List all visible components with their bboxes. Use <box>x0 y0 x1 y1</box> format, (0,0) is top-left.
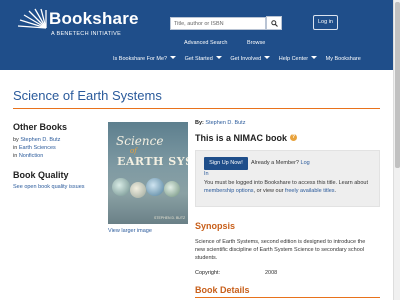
logo-text: Bookshare <box>49 9 139 28</box>
login-button[interactable]: Log in <box>313 15 338 30</box>
nav-get-started[interactable]: Get Started <box>185 56 222 62</box>
cover-image-circle <box>130 182 146 198</box>
author-link[interactable]: Stephen D. Butz <box>20 137 60 143</box>
category-nonfiction-link[interactable]: Nonfiction <box>19 153 43 159</box>
cover-title-line: EARTH SYSTEMS <box>117 155 188 168</box>
nav-label: Is Bookshare For Me? <box>113 56 168 62</box>
nimac-heading: This is a NIMAC book? <box>195 133 298 143</box>
login-link-continued[interactable]: In <box>204 171 209 177</box>
logo-fan-icon <box>17 8 47 29</box>
other-books-heading: Other Books <box>13 122 68 132</box>
membership-options-link[interactable]: membership options <box>204 188 254 194</box>
scrollbar-thumb[interactable] <box>395 2 400 168</box>
sign-up-button[interactable]: Sign Up Now! <box>204 157 248 170</box>
other-books-category-line: in Nonfiction <box>13 153 43 159</box>
by-label: By: <box>195 120 204 126</box>
nav-help-center[interactable]: Help Center <box>278 56 318 62</box>
nimac-access-box: Sign Up Now! Already a Member? Log In Yo… <box>195 150 380 207</box>
search-input[interactable]: Title, author or ISBN <box>170 17 266 30</box>
book-quality-issues-link[interactable]: See open book quality issues <box>13 184 85 190</box>
nav-label: Help Center <box>278 56 309 62</box>
other-books-author-line: by Stephen D. Butz <box>13 137 60 143</box>
cover-author: STEPHEN D. BUTZ <box>154 216 186 220</box>
nav-is-bookshare-for-me[interactable]: Is Bookshare For Me? <box>113 56 177 62</box>
logo-tagline: A BENETECH INITIATIVE <box>51 31 122 37</box>
chevron-down-icon <box>215 56 222 59</box>
chevron-down-icon <box>170 56 177 59</box>
freely-available-titles-link[interactable]: freely available titles <box>285 188 335 194</box>
nav-my-bookshare[interactable]: My Bookshare <box>326 56 361 62</box>
login-link[interactable]: Log <box>301 160 310 166</box>
sub-nav: Advanced Search Browse <box>184 40 283 46</box>
chevron-down-icon <box>311 56 318 59</box>
nimac-access-note: You must be logged into Bookshare to acc… <box>204 179 374 195</box>
cover-image-circle <box>112 178 130 196</box>
nimac-heading-text: This is a NIMAC book <box>195 133 288 143</box>
book-cover-image[interactable]: Science of EARTH SYSTEMS STEPHEN D. BUTZ <box>108 122 188 224</box>
cover-image-circle <box>146 178 164 196</box>
search-icon <box>271 20 278 27</box>
note-text: You must be logged into Bookshare to acc… <box>204 180 368 186</box>
page-scrollbar[interactable] <box>393 0 400 300</box>
copyright-label: Copyright: <box>195 270 221 276</box>
nav-get-involved[interactable]: Get Involved <box>230 56 271 62</box>
synopsis-heading: Synopsis <box>195 221 236 231</box>
book-author-link[interactable]: Stephen D. Butz <box>205 120 245 126</box>
category-earth-sciences-link[interactable]: Earth Sciences <box>19 145 56 151</box>
help-icon[interactable]: ? <box>290 134 298 141</box>
copyright-value: 2008 <box>265 270 278 276</box>
title-divider <box>13 108 380 109</box>
note-text: . <box>334 188 337 194</box>
site-header: Bookshare A BENETECH INITIATIVE Title, a… <box>0 0 393 70</box>
cover-title-line: Science <box>116 134 164 148</box>
browse-link[interactable]: Browse <box>247 40 265 46</box>
search-button[interactable] <box>266 16 282 30</box>
nav-label: Get Involved <box>230 56 262 62</box>
page-title: Science of Earth Systems <box>13 88 162 103</box>
book-details-heading: Book Details <box>195 285 250 295</box>
note-text: , or view our <box>253 188 286 194</box>
chevron-down-icon <box>264 56 271 59</box>
cover-image-circle <box>164 181 180 197</box>
advanced-search-link[interactable]: Advanced Search <box>184 40 227 46</box>
book-author-line: By: Stephen D. Butz <box>195 120 245 126</box>
nav-label: Get Started <box>184 56 213 62</box>
nav-label: My Bookshare <box>325 56 361 62</box>
member-question: Already a Member? <box>251 160 299 166</box>
synopsis-text: Science of Earth Systems, second edition… <box>195 239 366 261</box>
book-quality-heading: Book Quality <box>13 170 69 180</box>
view-larger-image-link[interactable]: View larger image <box>108 228 152 234</box>
book-details-divider <box>195 297 380 298</box>
main-nav: Is Bookshare For Me? Get Started Get Inv… <box>113 56 368 62</box>
cover-title-line: of <box>130 147 137 155</box>
other-books-category-line: in Earth Sciences <box>13 145 56 151</box>
member-prompt: Already a Member? Log <box>251 160 310 166</box>
